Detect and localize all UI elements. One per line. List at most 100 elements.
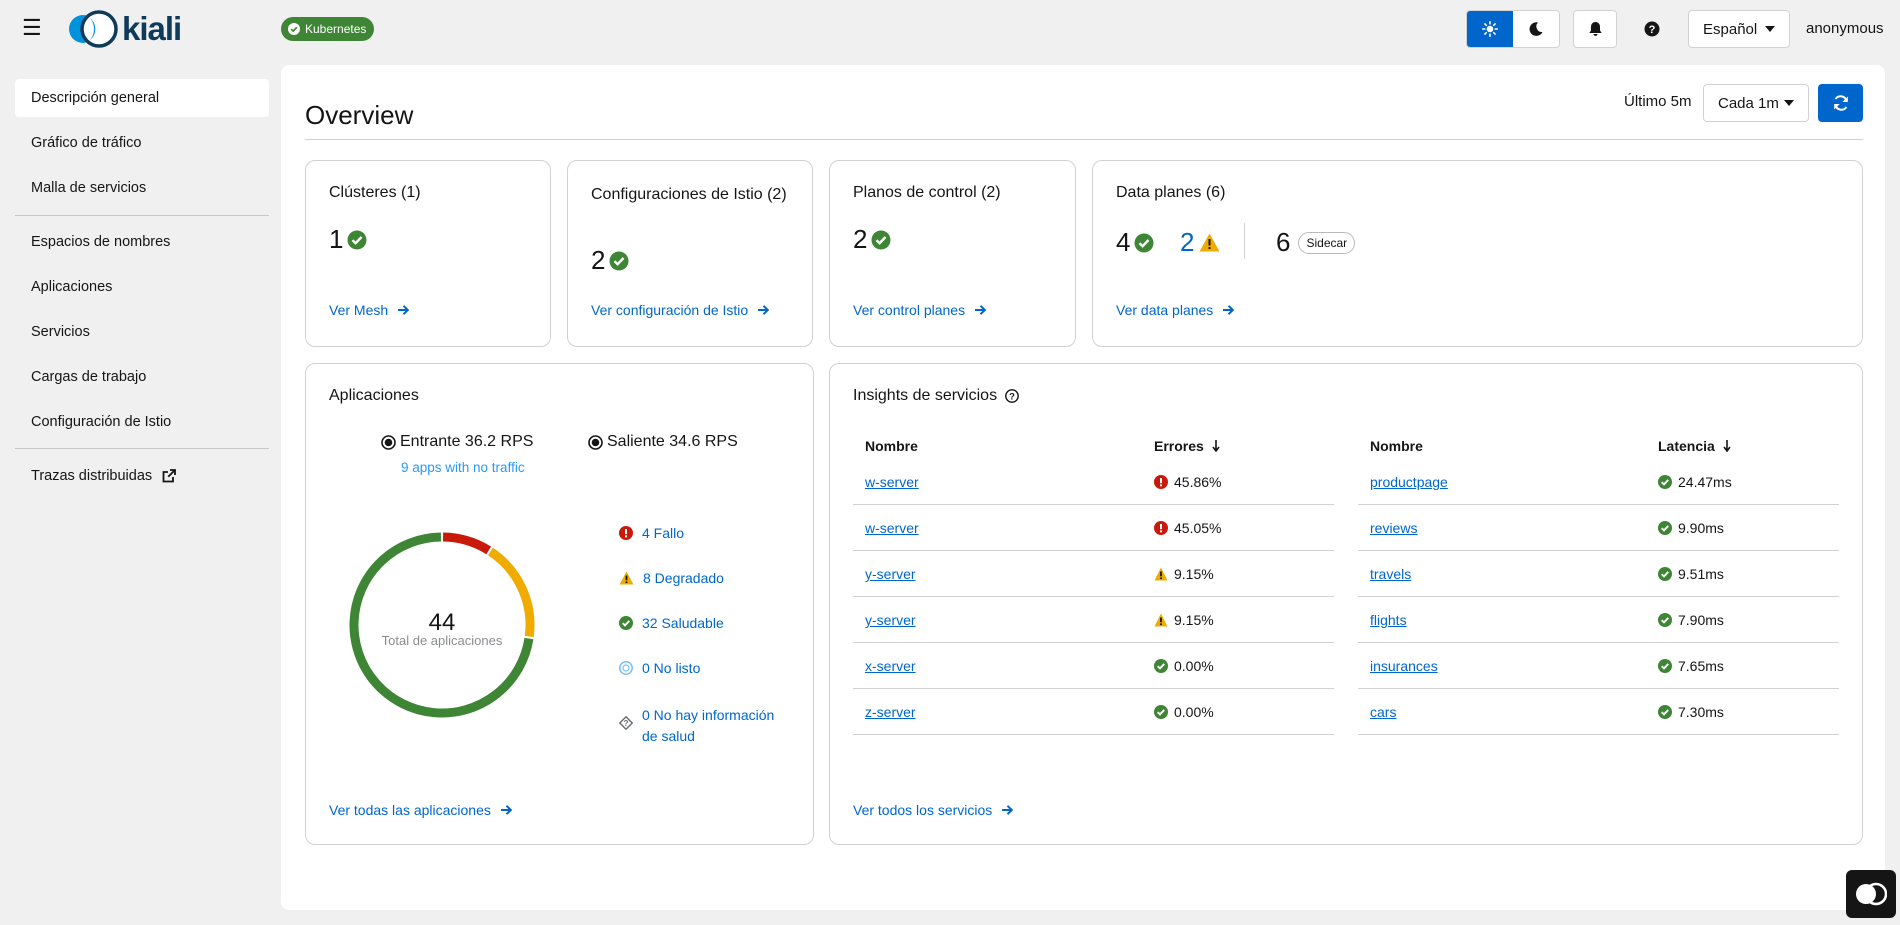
arrow-right-icon xyxy=(1001,804,1013,816)
service-link[interactable]: y-server xyxy=(865,612,916,628)
metric-value-cell: 7.30ms xyxy=(1658,704,1724,720)
nav-divider xyxy=(15,215,269,216)
service-link[interactable]: productpage xyxy=(1370,474,1448,490)
nav-item-applications[interactable]: Aplicaciones xyxy=(15,268,269,306)
service-link[interactable]: x-server xyxy=(865,658,916,674)
main-content: Overview Último 5m Cada 1m Clústeres (1)… xyxy=(281,65,1885,910)
metric-value: 9.51ms xyxy=(1678,566,1724,582)
latency-name-header: Nombre xyxy=(1370,438,1423,454)
svg-text:?: ? xyxy=(624,719,629,728)
kiali-logo[interactable]: kiali xyxy=(68,10,198,48)
check-circle-icon xyxy=(1658,475,1672,489)
nav-divider xyxy=(15,448,269,449)
no-traffic-link[interactable]: 9 apps with no traffic xyxy=(401,460,525,475)
hamburger-menu-icon[interactable]: ☰ xyxy=(22,14,46,42)
app-health-donut-chart: 44 Total de aplicaciones xyxy=(344,527,540,723)
theme-toggle-group xyxy=(1466,10,1560,48)
nav-item-overview[interactable]: Descripción general xyxy=(15,79,269,117)
service-name-cell: y-server xyxy=(865,612,916,628)
dark-theme-button[interactable] xyxy=(1513,11,1559,47)
outbound-radio[interactable]: Saliente 34.6 RPS xyxy=(588,433,738,451)
sort-down-icon xyxy=(1212,440,1220,452)
check-circle-icon xyxy=(609,251,629,271)
donut-slice-fallo[interactable] xyxy=(443,537,489,550)
inbound-radio[interactable]: Entrante 36.2 RPS xyxy=(381,433,533,451)
card-title: Data planes (6) xyxy=(1116,184,1225,202)
legend-no-health[interactable]: ? 0 No hay información de salud xyxy=(619,705,779,747)
control-planes-card: Planos de control (2) 2 Ver control plan… xyxy=(829,160,1076,347)
service-link[interactable]: reviews xyxy=(1370,520,1417,536)
service-link[interactable]: travels xyxy=(1370,566,1411,582)
view-all-applications-link[interactable]: Ver todas las aplicaciones xyxy=(329,802,512,818)
arrow-right-icon xyxy=(500,804,512,816)
nav-item-namespaces[interactable]: Espacios de nombres xyxy=(15,223,269,261)
service-link[interactable]: w-server xyxy=(865,520,919,536)
errors-header[interactable]: Errores xyxy=(1154,438,1220,454)
kiali-chat-icon xyxy=(1855,881,1887,907)
metric-value-cell: 45.86% xyxy=(1154,474,1221,490)
sidecar-badge: Sidecar xyxy=(1298,232,1355,254)
card-title: Insights de servicios ? xyxy=(853,387,1019,405)
sun-icon xyxy=(1482,21,1498,37)
arrow-right-icon xyxy=(974,304,986,316)
user-menu[interactable]: anonymous xyxy=(1806,20,1884,37)
donut-slice-degradado[interactable] xyxy=(490,552,530,637)
metric-value-cell: 9.51ms xyxy=(1658,566,1724,582)
metric-value: 0.00% xyxy=(1174,704,1214,720)
donut-total-label: Total de aplicaciones xyxy=(382,633,503,648)
check-circle-icon xyxy=(1658,659,1672,673)
question-circle-icon: ? xyxy=(1644,21,1660,37)
legend-healthy[interactable]: 32 Saludable xyxy=(619,615,724,631)
row-divider xyxy=(1358,504,1839,505)
check-circle-icon xyxy=(871,230,891,250)
notifications-button[interactable] xyxy=(1573,10,1617,48)
service-link[interactable]: cars xyxy=(1370,704,1396,720)
refresh-button[interactable] xyxy=(1818,84,1863,122)
view-istio-config-link[interactable]: Ver configuración de Istio xyxy=(591,302,769,318)
arrow-right-icon xyxy=(397,304,409,316)
istio-config-card: Configuraciones de Istio (2) 2 Ver confi… xyxy=(567,160,813,347)
check-circle-icon xyxy=(1658,521,1672,535)
donut-total: 44 xyxy=(429,609,456,636)
view-data-planes-link[interactable]: Ver data planes xyxy=(1116,302,1234,318)
exclamation-circle-icon xyxy=(1154,521,1168,535)
language-select[interactable]: Español xyxy=(1688,10,1790,48)
help-button[interactable]: ? xyxy=(1636,10,1668,48)
service-link[interactable]: z-server xyxy=(865,704,916,720)
nav-item-istio-config[interactable]: Configuración de Istio xyxy=(15,403,269,441)
metric-value: 9.90ms xyxy=(1678,520,1724,536)
legend-failure[interactable]: 4 Fallo xyxy=(619,525,684,541)
nav-item-services[interactable]: Servicios xyxy=(15,313,269,351)
kiali-logo-text: kiali xyxy=(122,10,181,48)
caret-down-icon xyxy=(1765,26,1775,32)
nav-item-distributed-tracing[interactable]: Trazas distribuidas xyxy=(15,457,269,495)
service-name-cell: reviews xyxy=(1370,520,1417,536)
page-title: Overview xyxy=(305,100,413,131)
nav-item-mesh[interactable]: Malla de servicios xyxy=(15,169,269,207)
help-circle-icon[interactable]: ? xyxy=(1005,389,1019,403)
service-link[interactable]: flights xyxy=(1370,612,1407,628)
legend-degraded[interactable]: 8 Degradado xyxy=(619,570,724,586)
metric-value-cell: 7.90ms xyxy=(1658,612,1724,628)
view-all-services-link[interactable]: Ver todos los servicios xyxy=(853,802,1013,818)
nav-item-workloads[interactable]: Cargas de trabajo xyxy=(15,358,269,396)
latency-header[interactable]: Latencia xyxy=(1658,438,1731,454)
view-control-planes-link[interactable]: Ver control planes xyxy=(853,302,986,318)
radio-selected-icon xyxy=(588,435,603,450)
metric-value: 7.65ms xyxy=(1678,658,1724,674)
light-theme-button[interactable] xyxy=(1467,11,1513,47)
data-planes-warning[interactable]: 2 xyxy=(1180,227,1220,258)
metric-value-cell: 24.47ms xyxy=(1658,474,1732,490)
refresh-interval-select[interactable]: Cada 1m xyxy=(1703,84,1809,122)
service-link[interactable]: insurances xyxy=(1370,658,1438,674)
legend-not-ready[interactable]: 0 No listo xyxy=(619,660,700,676)
view-mesh-link[interactable]: Ver Mesh xyxy=(329,302,409,318)
service-link[interactable]: y-server xyxy=(865,566,916,582)
clusters-count: 1 xyxy=(329,224,367,255)
nav-item-traffic-graph[interactable]: Gráfico de tráfico xyxy=(15,124,269,162)
metric-value-cell: 45.05% xyxy=(1154,520,1221,536)
question-diamond-icon: ? xyxy=(619,716,633,730)
assistant-button[interactable] xyxy=(1846,870,1896,918)
service-link[interactable]: w-server xyxy=(865,474,919,490)
divider xyxy=(1244,223,1245,259)
